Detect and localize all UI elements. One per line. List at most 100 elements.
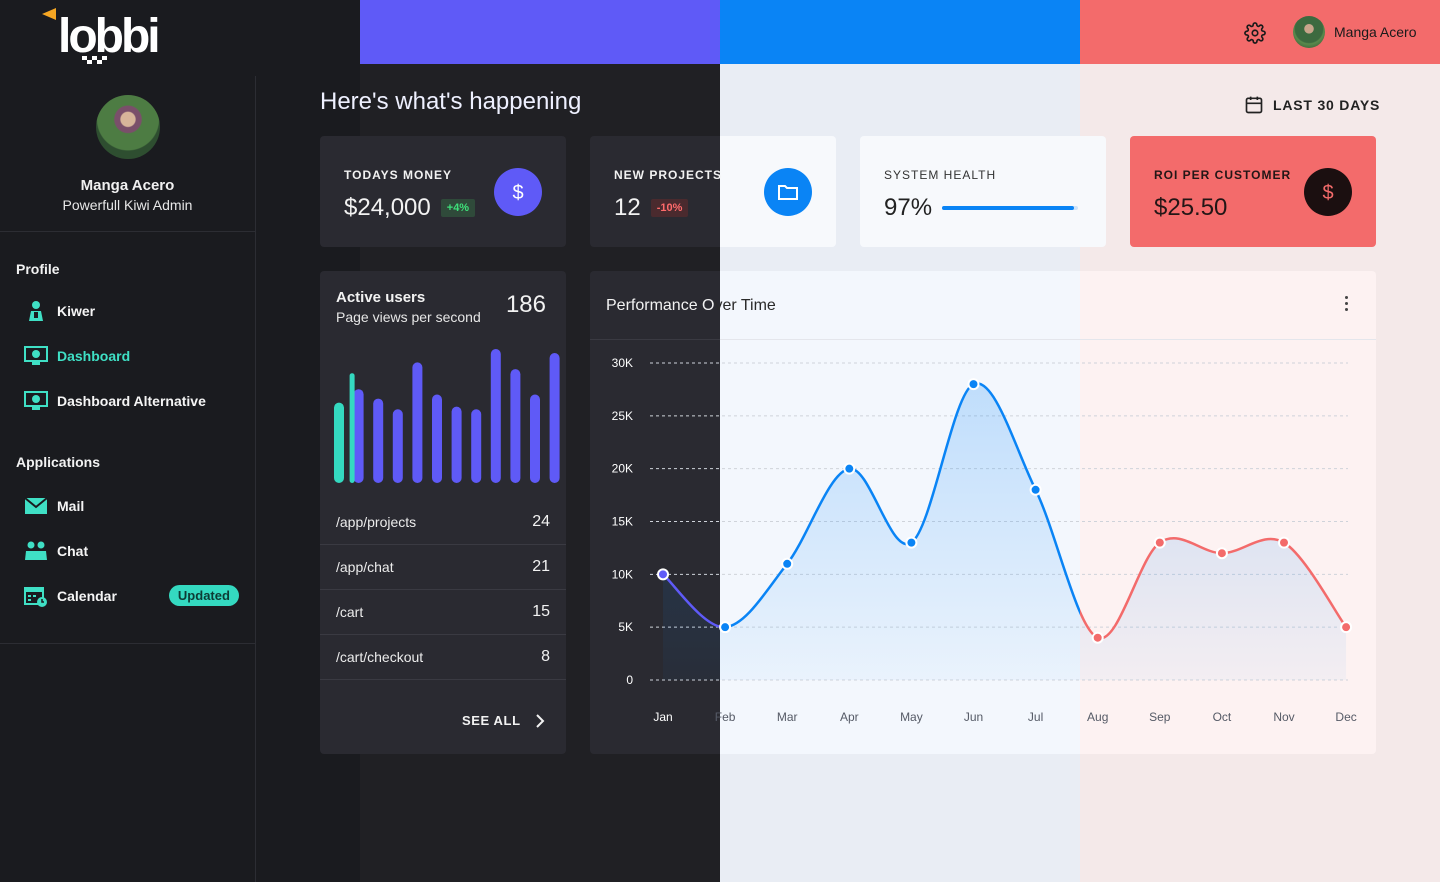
data-point[interactable] <box>719 621 732 634</box>
gear-icon <box>1244 22 1266 44</box>
bar <box>451 406 462 483</box>
x-tick-label: Jun <box>964 710 983 724</box>
bar <box>392 409 403 483</box>
dot-icon <box>1344 307 1348 311</box>
x-tick-label: Jan <box>653 710 672 724</box>
stat-card-projects: NEW PROJECTS 12 -10% <box>590 136 836 247</box>
sidebar-item-label: Chat <box>57 542 89 559</box>
sidebar-item-chat[interactable]: Chat <box>0 528 255 573</box>
data-point[interactable] <box>1091 631 1104 644</box>
user-menu[interactable]: Manga Acero <box>1293 16 1417 48</box>
folder-icon <box>764 168 812 216</box>
bar <box>432 394 442 483</box>
sidebar-item-dashboard-alternative[interactable]: Dashboard Alternative <box>0 378 255 423</box>
route-path: /cart/checkout <box>336 649 424 665</box>
profile-name: Manga Acero <box>80 177 175 194</box>
stat-value: $25.50 <box>1154 194 1228 221</box>
dollar-icon: $ <box>1304 168 1352 216</box>
dot-icon <box>1344 295 1348 299</box>
route-views: 8 <box>541 648 550 665</box>
sidebar-item-calendar[interactable]: Calendar Updated <box>0 573 255 618</box>
data-point[interactable] <box>905 536 918 549</box>
y-tick-label: 10K <box>612 567 633 581</box>
date-range-button[interactable]: LAST 30 DAYS <box>1244 95 1380 115</box>
svg-text:$: $ <box>1322 182 1333 203</box>
stat-label: SYSTEM HEALTH <box>884 168 997 182</box>
card-subtitle: Page views per second <box>336 309 481 325</box>
sidebar-item-kiwer[interactable]: Kiwer <box>0 288 255 333</box>
dot-icon <box>1344 301 1348 305</box>
stat-value: 12 <box>614 194 641 221</box>
avatar <box>1293 16 1325 48</box>
app-logo[interactable]: lobbi <box>42 6 182 66</box>
page-title: Here's what's happening <box>320 88 582 115</box>
route-row[interactable]: /app/chat 21 <box>320 545 566 590</box>
status-badge: Updated <box>168 585 239 606</box>
data-point[interactable] <box>843 462 856 475</box>
data-point[interactable] <box>781 557 794 570</box>
route-row[interactable]: /app/projects 24 <box>320 500 566 545</box>
route-views: 21 <box>532 558 550 575</box>
progress-fill <box>942 206 1074 210</box>
bar <box>490 349 501 483</box>
sidebar: Manga Acero Powerfull Kiwi Admin Profile… <box>0 76 256 882</box>
bar <box>349 373 355 483</box>
sidebar-section-title: Applications <box>16 454 101 470</box>
active-users-card: Active users Page views per second 186 /… <box>320 271 566 754</box>
sidebar-item-label: Dashboard <box>57 347 131 364</box>
topbar-segment <box>720 0 1080 64</box>
bar <box>334 402 344 483</box>
y-tick-label: 5K <box>618 620 633 634</box>
data-point[interactable] <box>657 568 669 581</box>
route-row[interactable]: /cart/checkout 8 <box>320 635 566 680</box>
data-point[interactable] <box>1215 547 1228 560</box>
data-point[interactable] <box>1153 536 1166 549</box>
change-badge: +4% <box>440 199 476 217</box>
area-fill <box>663 383 1347 680</box>
card-title: Performance Over Time <box>606 297 776 315</box>
stat-value: 97% <box>884 194 933 221</box>
performance-line-chart: 0 5K 10K 15K 20K 25K 30K Jan Feb Mar Apr May Jun Jul A… <box>612 356 1357 724</box>
card-title-part: Performance O <box>606 297 715 314</box>
data-point[interactable] <box>1029 483 1042 496</box>
more-options-button[interactable] <box>1338 293 1354 313</box>
route-views: 15 <box>532 603 550 620</box>
stat-card-health: SYSTEM HEALTH 97% <box>860 136 1106 247</box>
x-tick-label: Dec <box>1335 710 1356 724</box>
bar <box>530 394 540 483</box>
chat-icon <box>24 539 48 563</box>
health-progress-bar <box>942 206 1079 210</box>
sidebar-item-label: Dashboard Alternative <box>57 392 206 409</box>
x-tick-label: Oct <box>1213 710 1232 724</box>
divider <box>590 339 720 340</box>
sidebar-item-label: Calendar <box>57 587 117 604</box>
bar <box>510 369 521 483</box>
sidebar-item-mail[interactable]: Mail <box>0 483 255 528</box>
sidebar-item-dashboard[interactable]: Dashboard <box>0 333 255 378</box>
route-row[interactable]: /cart 15 <box>320 590 566 635</box>
y-tick-label: 15K <box>612 515 633 529</box>
bar <box>549 353 560 483</box>
x-tick-label: Nov <box>1273 710 1294 724</box>
chevron-right-icon <box>535 713 545 728</box>
date-range-label: LAST 30 DAYS <box>1273 97 1381 113</box>
route-path: /cart <box>336 604 364 620</box>
settings-button[interactable] <box>1242 20 1268 46</box>
avatar[interactable] <box>95 95 160 159</box>
bar <box>412 362 423 483</box>
x-tick-label: Sep <box>1149 710 1171 724</box>
dollar-icon: $ <box>494 168 542 216</box>
data-point[interactable] <box>967 378 980 391</box>
x-tick-label: Jul <box>1028 710 1043 724</box>
dashboard-icon <box>24 389 48 413</box>
sidebar-item-label: Kiwer <box>57 302 96 319</box>
bar <box>373 398 384 483</box>
change-badge: -10% <box>650 199 689 217</box>
see-all-label: SEE ALL <box>462 713 521 728</box>
card-title: Active users <box>336 289 426 306</box>
see-all-button[interactable]: SEE ALL <box>462 713 545 728</box>
user-name: Manga Acero <box>1334 24 1417 40</box>
y-tick-label: 0 <box>626 673 633 687</box>
data-point[interactable] <box>1340 621 1353 634</box>
data-point[interactable] <box>1278 536 1290 549</box>
